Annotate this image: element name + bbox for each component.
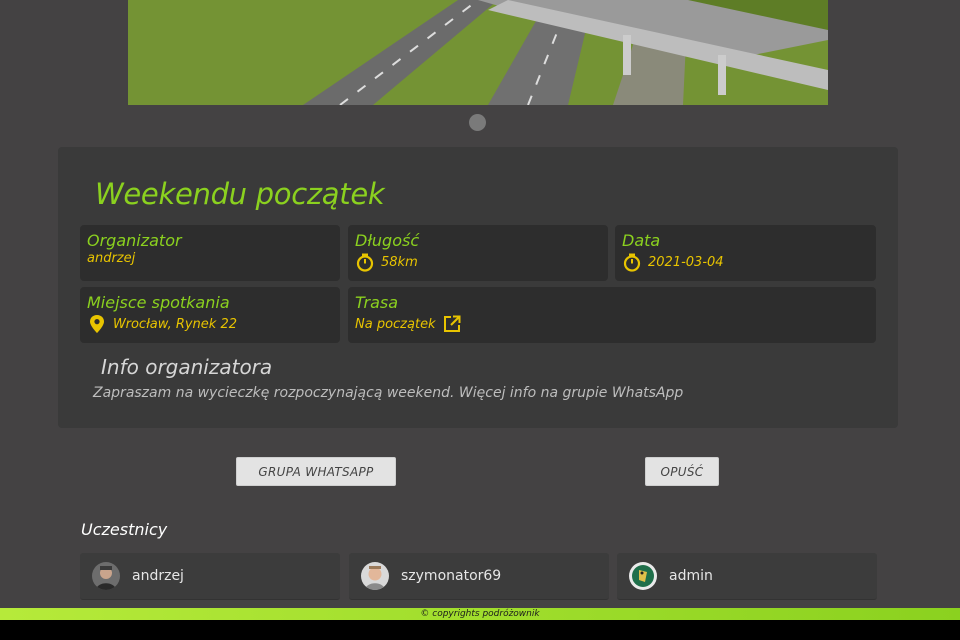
info-heading: Info organizatora — [101, 355, 273, 379]
organizer-value: andrzej — [87, 251, 136, 266]
length-box: Długość 58km — [348, 225, 608, 281]
length-label: Długość — [355, 231, 420, 250]
stopwatch-icon — [355, 252, 375, 272]
page-bottom-bar — [0, 620, 960, 640]
leave-button[interactable]: OPUŚĆ — [645, 457, 719, 486]
route-value[interactable]: Na początek — [355, 317, 436, 332]
length-value: 58km — [381, 254, 418, 270]
organizer-box: Organizator andrzej — [80, 225, 340, 281]
participant-item[interactable]: szymonator69 — [349, 553, 609, 600]
participant-item[interactable]: admin — [617, 553, 877, 600]
date-box: Data 2021-03-04 — [615, 225, 876, 281]
avatar — [361, 562, 389, 590]
copyright-text: © copyrights podróżownik — [420, 609, 540, 619]
event-title: Weekendu początek — [95, 177, 385, 211]
participant-name: szymonator69 — [401, 568, 502, 584]
meeting-value: Wrocław, Rynek 22 — [113, 316, 238, 332]
participant-name: andrzej — [132, 568, 184, 584]
meeting-label: Miejsce spotkania — [87, 293, 230, 312]
route-label: Trasa — [355, 293, 399, 312]
avatar — [92, 562, 120, 590]
event-image — [128, 0, 828, 105]
carousel-dot[interactable] — [469, 114, 486, 131]
route-link[interactable]: Na początek — [355, 314, 462, 334]
avatar — [629, 562, 657, 590]
participant-name: admin — [669, 568, 713, 584]
stopwatch-icon — [622, 252, 642, 272]
info-text: Zapraszam na wycieczkę rozpoczynającą we… — [93, 385, 684, 401]
participants-heading: Uczestnicy — [81, 520, 168, 539]
meeting-box: Miejsce spotkania Wrocław, Rynek 22 — [80, 287, 340, 343]
participant-item[interactable]: andrzej — [80, 553, 340, 600]
map-pin-icon — [87, 314, 107, 334]
whatsapp-group-button[interactable]: GRUPA WHATSAPP — [236, 457, 396, 486]
organizer-label: Organizator — [87, 231, 182, 250]
event-card: Weekendu początek Organizator andrzej Dł… — [58, 147, 898, 428]
date-label: Data — [622, 231, 661, 250]
external-link-icon[interactable] — [442, 314, 462, 334]
route-box: Trasa Na początek — [348, 287, 876, 343]
footer: © copyrights podróżownik — [0, 608, 960, 620]
date-value: 2021-03-04 — [648, 254, 724, 270]
